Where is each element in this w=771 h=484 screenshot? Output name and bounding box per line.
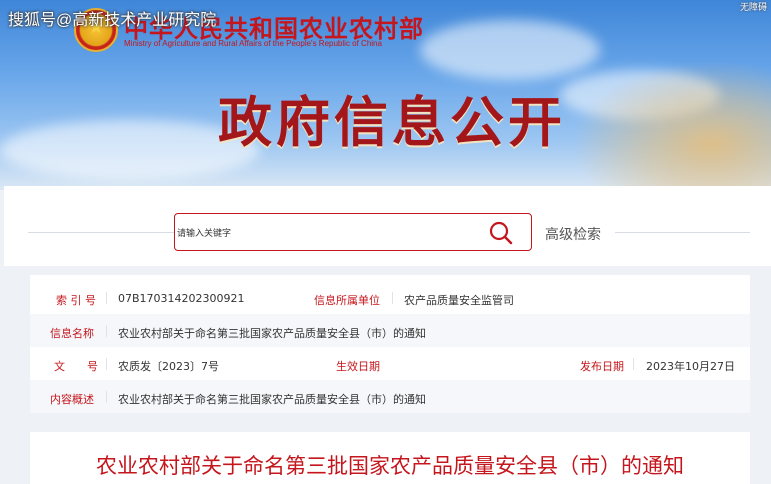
effective-date-label: 生效日期 [336, 360, 380, 373]
publish-date-value: 2023年10月27日 [646, 360, 735, 373]
summary-label: 内容概述 [50, 393, 94, 406]
publish-date-label: 发布日期 [580, 360, 624, 373]
meta-row: 信息名称 农业农村部关于命名第三批国家农产品质量安全县（市）的通知 [30, 314, 750, 347]
doc-number-value: 农质发〔2023〕7号 [118, 360, 219, 373]
meta-row: 文 号 农质发〔2023〕7号 生效日期 发布日期 2023年10月27日 [30, 347, 750, 380]
accessibility-link[interactable]: 无障碍 [740, 0, 767, 13]
advanced-search-link[interactable]: 高级检索 [545, 224, 601, 244]
unit-value: 农产品质量安全监管司 [404, 294, 514, 307]
divider [615, 232, 750, 233]
separator [106, 358, 107, 370]
separator [106, 292, 107, 304]
info-name-value: 农业农村部关于命名第三批国家农产品质量安全县（市）的通知 [118, 327, 426, 340]
unit-label: 信息所属单位 [314, 294, 380, 307]
search-placeholder: 请输入关键字 [177, 229, 232, 239]
summary-value: 农业农村部关于命名第三批国家农产品质量安全县（市）的通知 [118, 393, 426, 406]
notice-card: 农业农村部关于命名第三批国家农产品质量安全县（市）的通知 [30, 432, 750, 484]
notice-title: 农业农村部关于命名第三批国家农产品质量安全县（市）的通知 [96, 454, 684, 478]
ministry-name-en: Ministry of Agriculture and Rural Affair… [124, 39, 382, 48]
separator [106, 325, 107, 337]
index-value: 07B170314202300921 [118, 292, 245, 305]
separator [106, 391, 107, 403]
source-watermark: 搜狐号@高新技术产业研究院 [8, 12, 217, 29]
doc-number-label: 文 号 [54, 360, 98, 373]
info-name-label: 信息名称 [50, 327, 94, 340]
wheat-decoration [571, 60, 771, 190]
page-banner-title: 政府信息公开 [218, 90, 566, 154]
meta-row: 内容概述 农业农村部关于命名第三批国家农产品质量安全县（市）的通知 [30, 380, 750, 413]
separator [633, 358, 634, 370]
search-icon[interactable] [488, 220, 514, 246]
divider [28, 232, 174, 233]
document-meta-table: 索 引 号 07B170314202300921 信息所属单位 农产品质量安全监… [30, 275, 750, 413]
meta-row: 索 引 号 07B170314202300921 信息所属单位 农产品质量安全监… [30, 281, 750, 314]
separator [392, 292, 393, 304]
search-input[interactable]: 请输入关键字 [174, 213, 532, 251]
index-label: 索 引 号 [56, 294, 96, 307]
